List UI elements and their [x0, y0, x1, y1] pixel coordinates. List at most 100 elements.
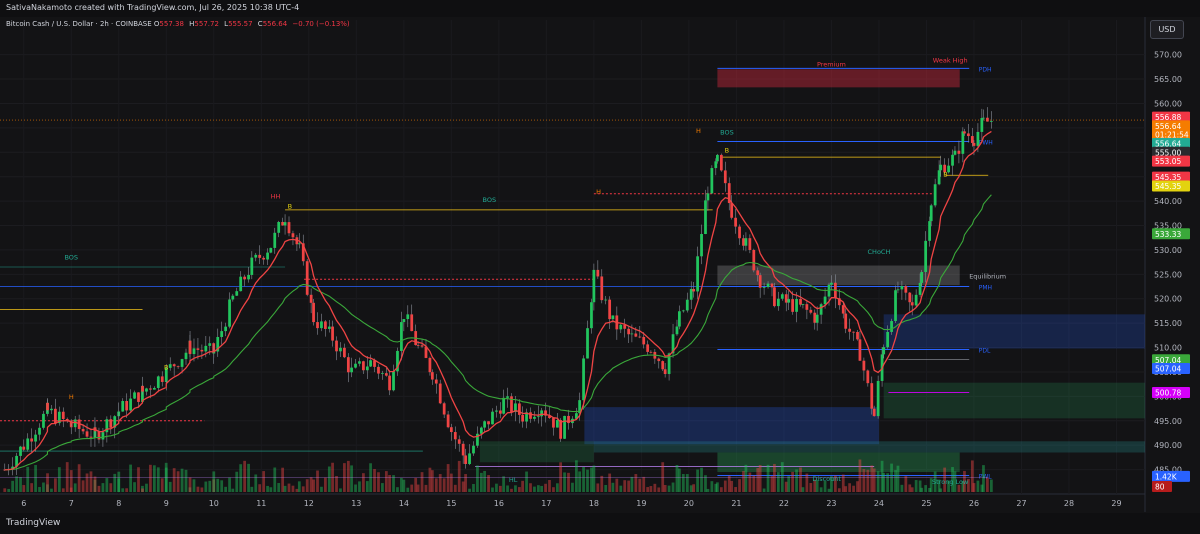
volume-bar	[744, 464, 748, 492]
candle-body	[69, 426, 73, 428]
volume-bar	[65, 462, 69, 492]
volume-bar	[192, 479, 196, 492]
candle-body	[495, 410, 498, 412]
volume-bar	[85, 473, 89, 492]
candle-body	[819, 304, 823, 315]
price-chart[interactable]: 570.00565.00560.00555.00550.00545.00540.…	[0, 0, 1200, 534]
annotation-label: BOS	[483, 196, 497, 204]
y-tick-label: 515.00	[1154, 319, 1182, 328]
candle-body	[381, 373, 384, 374]
volume-bar	[773, 463, 776, 492]
candle-body	[281, 221, 285, 226]
candle-body	[339, 347, 342, 352]
candle-body	[611, 315, 615, 320]
volume-bar	[145, 483, 148, 492]
candle-body	[487, 421, 490, 425]
candle-body	[856, 331, 859, 340]
candle-body	[982, 117, 985, 119]
currency-button[interactable]: USD	[1150, 20, 1184, 39]
candle-body	[766, 283, 770, 288]
candle-body	[247, 274, 250, 280]
candle-body	[600, 276, 604, 301]
volume-bar	[457, 460, 461, 492]
annotation-label: B	[288, 202, 292, 210]
volume-bar	[685, 474, 689, 492]
candle-body	[273, 232, 277, 248]
volume-bar	[646, 487, 650, 492]
volume-bar	[468, 488, 471, 492]
volume-bar	[483, 470, 486, 492]
candle-body	[73, 419, 77, 428]
volume-bar	[634, 474, 638, 492]
volume-bar	[453, 484, 457, 492]
candle-body	[681, 310, 685, 312]
candle-body	[980, 118, 984, 132]
volume-bar	[548, 479, 551, 492]
volume-bar	[837, 488, 841, 492]
volume-bar	[590, 467, 593, 492]
volume-bar	[809, 483, 813, 492]
volume-bar	[208, 480, 212, 492]
order-block	[883, 382, 1145, 419]
zone-label: Discount	[812, 475, 841, 483]
price-label-text: 1.42K	[1155, 472, 1178, 481]
volume-bar	[537, 485, 540, 492]
volume-bar	[204, 481, 208, 492]
candle-body	[457, 439, 461, 444]
volume-bar	[3, 488, 7, 492]
candle-body	[752, 249, 756, 271]
volume-bar	[235, 471, 239, 492]
volume-bar	[283, 485, 287, 492]
volume-bar	[600, 475, 604, 492]
candle-body	[428, 357, 432, 373]
volume-bar	[920, 487, 924, 492]
candle-body	[30, 438, 34, 442]
volume-bar	[309, 477, 313, 492]
annotation-label: B	[164, 364, 168, 372]
candle-body	[894, 290, 897, 322]
volume-bar	[762, 488, 766, 492]
candle-body	[502, 397, 505, 414]
volume-bar	[424, 484, 428, 492]
volume-bar	[752, 475, 756, 492]
y-tick-label: 530.00	[1154, 246, 1182, 255]
volume-bar	[476, 465, 479, 492]
volume-bar	[586, 469, 589, 492]
candle-body	[537, 416, 540, 418]
volume-bar	[766, 464, 770, 492]
volume-bar	[196, 486, 200, 492]
low-value: 555.57	[228, 20, 253, 28]
candle-body	[957, 150, 961, 154]
candle-body	[192, 348, 196, 355]
candle-body	[657, 358, 661, 362]
candle-body	[416, 344, 420, 346]
volume-bar	[663, 484, 667, 492]
candle-body	[365, 366, 369, 371]
candle-body	[377, 366, 380, 374]
candle-body	[799, 298, 802, 305]
tradingview-logo[interactable]: TradingView	[6, 518, 60, 528]
volume-bar	[38, 487, 41, 492]
volume-bar	[502, 476, 505, 492]
volume-bar	[506, 485, 509, 492]
candle-body	[521, 414, 524, 422]
volume-bar	[894, 470, 897, 492]
volume-bar	[540, 485, 543, 492]
candle-body	[563, 415, 566, 439]
candle-body	[406, 314, 410, 320]
candle-body	[714, 161, 718, 169]
candle-body	[848, 328, 852, 332]
volume-bar	[521, 480, 524, 492]
candle-body	[663, 369, 667, 374]
volume-bar	[758, 465, 762, 492]
volume-bar	[420, 472, 424, 492]
volume-bar	[596, 483, 600, 492]
candle-body	[809, 309, 813, 313]
candle-body	[900, 286, 904, 290]
volume-bar	[787, 476, 791, 492]
candle-body	[152, 387, 156, 390]
candle-body	[685, 299, 689, 311]
candle-body	[540, 410, 543, 417]
candle-body	[228, 299, 231, 327]
candle-body	[331, 326, 334, 341]
